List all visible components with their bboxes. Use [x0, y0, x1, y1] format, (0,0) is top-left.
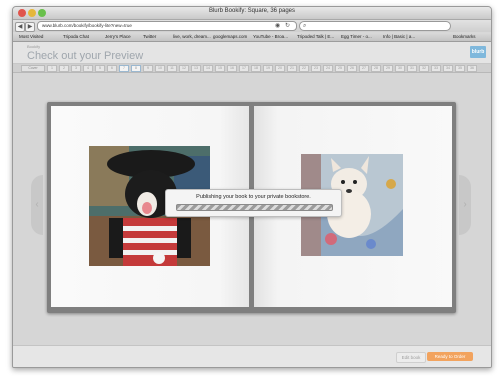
title-bar: Blurb Bookify: Square, 36 pages — [13, 7, 491, 20]
ready-to-order-button[interactable]: Ready to Order — [427, 352, 473, 361]
page-cell[interactable]: 14 — [203, 65, 213, 72]
page-cell[interactable]: 32 — [419, 65, 429, 72]
bookmark-item[interactable]: Tripoda Chat — [63, 33, 89, 41]
page-cell[interactable]: 17 — [239, 65, 249, 72]
page-cell[interactable]: 22 — [299, 65, 309, 72]
bookmarks-bar: Most Visited Tripoda Chat Jerry's Place … — [13, 33, 491, 42]
bookmark-item[interactable]: live, work, dream... — [173, 33, 211, 41]
footer-bar: Edit book Ready to Order — [13, 345, 491, 367]
prev-page-icon[interactable]: ‹ — [31, 175, 43, 235]
page-cell[interactable]: 10 — [155, 65, 165, 72]
publishing-message: Publishing your book to your private boo… — [196, 194, 311, 200]
search-input[interactable]: ⌕ — [299, 21, 451, 31]
blurb-logo: blurb — [470, 46, 486, 58]
page-cell[interactable]: 15 — [215, 65, 225, 72]
page-cell[interactable]: 24 — [323, 65, 333, 72]
page-cell[interactable]: 11 — [167, 65, 177, 72]
browser-window: Blurb Bookify: Square, 36 pages ◀ ▶ www.… — [12, 6, 492, 368]
next-page-icon[interactable]: › — [459, 175, 471, 235]
page-cell[interactable]: 13 — [191, 65, 201, 72]
page-navigator: Cover 1 2 3 4 5 6 7 8 9 10 11 12 13 14 15 16 17 18 19 20 21 2… — [13, 64, 491, 73]
page-cell[interactable]: 35 — [455, 65, 465, 72]
page-cell[interactable]: 30 — [395, 65, 405, 72]
page-cell[interactable]: 23 — [311, 65, 321, 72]
page-cell[interactable]: 9 — [143, 65, 153, 72]
app-overline: Bookify — [27, 44, 41, 49]
bookmark-item[interactable]: Twitter — [143, 33, 156, 41]
page-cell[interactable]: 1 — [47, 65, 57, 72]
page-cell[interactable]: 2 — [59, 65, 69, 72]
page-cell[interactable]: 28 — [371, 65, 381, 72]
forward-arrow-icon[interactable]: ▶ — [25, 22, 35, 32]
url-field[interactable]: www.blurb.com/bookify/bookify-lite?new=t… — [37, 21, 297, 31]
page-cell[interactable]: 19 — [263, 65, 273, 72]
page-cell[interactable]: 7 — [119, 65, 129, 72]
reload-icon[interactable]: ↻ — [285, 22, 290, 30]
navigation-bar: ◀ ▶ www.blurb.com/bookify/bookify-lite?n… — [13, 20, 491, 32]
page-cell[interactable]: 25 — [335, 65, 345, 72]
bookmark-item[interactable]: YouTube - Broa... — [253, 33, 288, 41]
bookmark-item[interactable]: Tripoded Talk | E... — [297, 33, 334, 41]
page-cell[interactable]: 6 — [107, 65, 117, 72]
edit-book-button[interactable]: Edit book — [396, 352, 426, 363]
app-header: Bookify Check out your Preview blurb — [13, 42, 491, 64]
page-cell[interactable]: 26 — [347, 65, 357, 72]
bookmark-item[interactable]: Egg Timer - o... — [341, 33, 372, 41]
page-cell[interactable]: 20 — [275, 65, 285, 72]
bookmark-item[interactable]: Jerry's Place — [105, 33, 131, 41]
progress-bar — [176, 204, 333, 211]
bookmark-item[interactable]: Most Visited — [19, 33, 43, 41]
page-cell[interactable]: 36 — [467, 65, 477, 72]
bookmark-item[interactable]: Bookmarks — [453, 33, 476, 41]
page-cell[interactable]: 4 — [83, 65, 93, 72]
page-cell[interactable]: 18 — [251, 65, 261, 72]
page-cell[interactable]: 16 — [227, 65, 237, 72]
page-title: Check out your Preview — [27, 50, 144, 62]
window-title: Blurb Bookify: Square, 36 pages — [208, 8, 296, 14]
page-cell[interactable]: 12 — [179, 65, 189, 72]
bookmark-item[interactable]: Info | Basic | a... — [383, 33, 415, 41]
page-cell[interactable]: 31 — [407, 65, 417, 72]
rss-icon[interactable]: ◉ — [275, 22, 280, 30]
publishing-dialog: Publishing your book to your private boo… — [165, 189, 342, 217]
page-cell[interactable]: 29 — [383, 65, 393, 72]
page-cell[interactable]: 8 — [131, 65, 141, 72]
page-cell[interactable]: 21 — [287, 65, 297, 72]
bookmark-item[interactable]: googlemaps.com — [213, 33, 247, 41]
page-cell[interactable]: 34 — [443, 65, 453, 72]
url-text: www.blurb.com/bookify/bookify-lite?new=t… — [42, 23, 132, 28]
book-preview-area: ‹ › Publishing your book to your private… — [13, 73, 491, 345]
page-cell[interactable]: 27 — [359, 65, 369, 72]
page-cell[interactable]: 3 — [71, 65, 81, 72]
back-arrow-icon[interactable]: ◀ — [15, 22, 25, 32]
page-cell[interactable]: 5 — [95, 65, 105, 72]
page-cell[interactable]: 33 — [431, 65, 441, 72]
search-icon: ⌕ — [303, 23, 307, 29]
page-cell-cover[interactable]: Cover — [21, 65, 45, 72]
